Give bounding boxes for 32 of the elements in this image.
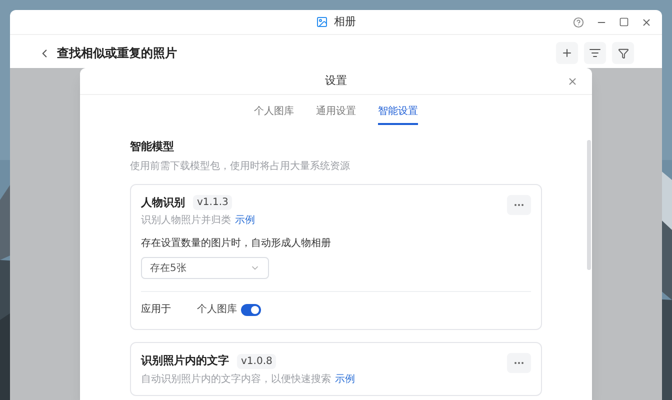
model-name: 识别照片内的文字 [141,353,229,369]
model-description: 识别人物照片并归类 [141,214,231,228]
plus-icon [561,47,573,59]
model-name: 人物识别 [141,194,185,210]
window-title: 相册 [334,14,356,30]
settings-tab[interactable]: 个人图库 [254,104,294,125]
example-link[interactable]: 示例 [235,213,255,228]
option-label: 存在设置数量的图片时，自动形成人物相册 [141,236,332,251]
sort-icon [589,47,601,59]
dialog-title: 设置 [325,72,347,89]
filter-button[interactable] [612,42,634,64]
apply-target: 个人图库 [197,302,237,317]
version-tag: v1.1.3 [193,195,232,210]
toggle-switch[interactable] [241,304,261,316]
filter-icon [618,48,628,58]
example-link[interactable]: 示例 [335,372,355,386]
count-select[interactable]: 存在5张 [141,257,269,279]
maximize-icon[interactable] [619,17,629,27]
section-description: 使用前需下载模型包，使用时将占用大量系统资源 [130,160,351,174]
settings-tab[interactable]: 智能设置 [378,104,418,125]
app-icon [316,16,328,28]
close-icon[interactable] [567,76,578,86]
sort-button[interactable] [584,42,606,64]
page-title: 查找相似或重复的照片 [57,45,177,62]
close-icon[interactable] [641,16,652,28]
section-title: 智能模型 [130,139,175,155]
add-button[interactable] [556,42,578,64]
model-description: 自动识别照片内的文字内容，以便快速搜索 [141,372,331,386]
settings-tab[interactable]: 通用设置 [316,104,356,125]
help-icon[interactable] [573,16,584,28]
apply-label: 应用于 [141,302,172,317]
version-tag: v1.0.8 [237,354,276,369]
